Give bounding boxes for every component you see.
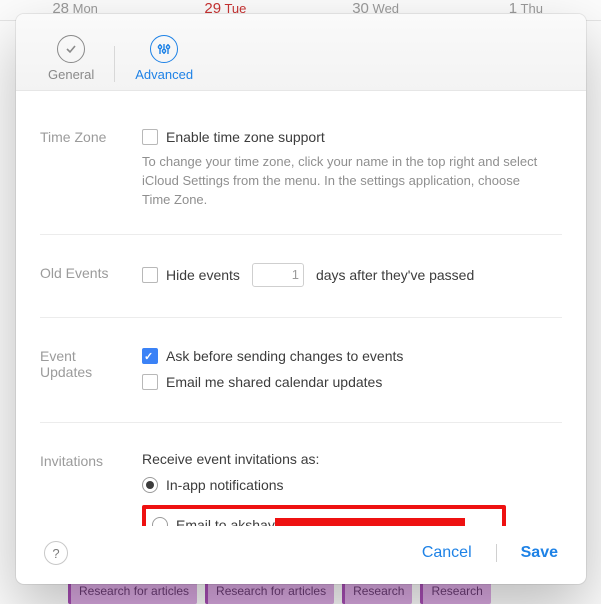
- tab-label: General: [48, 67, 94, 82]
- checkbox-icon: [142, 129, 158, 145]
- event-chip[interactable]: Research: [342, 582, 412, 604]
- invitations-intro: Receive event invitations as:: [142, 451, 562, 467]
- checkbox-label-post: days after they've passed: [316, 265, 474, 285]
- modal-content: Time Zone Enable time zone support To ch…: [16, 91, 586, 526]
- email-shared-updates-checkbox[interactable]: Email me shared calendar updates: [142, 372, 562, 392]
- section-oldevents: Old Events Hide events days after they'v…: [40, 255, 562, 318]
- checkbox-label: Ask before sending changes to events: [166, 346, 403, 366]
- sliders-icon: [150, 35, 178, 63]
- radio-icon: [152, 517, 168, 526]
- checkmark-circle-icon: [57, 35, 85, 63]
- section-label: Event Updates: [40, 346, 126, 398]
- radio-inapp[interactable]: In-app notifications: [142, 475, 562, 495]
- cancel-button[interactable]: Cancel: [416, 540, 478, 566]
- section-invitations: Invitations Receive event invitations as…: [40, 443, 562, 526]
- tab-label: Advanced: [135, 67, 193, 82]
- checkbox-label-pre: Hide events: [166, 265, 240, 285]
- section-label: Old Events: [40, 263, 126, 293]
- event-chip[interactable]: Research for articles: [68, 582, 197, 604]
- section-label: Time Zone: [40, 127, 126, 210]
- button-separator: [496, 544, 497, 562]
- hide-events-checkbox[interactable]: Hide events days after they've passed: [142, 263, 562, 287]
- radio-icon: [142, 477, 158, 493]
- tab-separator: [114, 46, 115, 82]
- event-chip[interactable]: Research: [420, 582, 490, 604]
- help-button[interactable]: ?: [44, 541, 68, 565]
- tab-general[interactable]: General: [34, 31, 108, 90]
- section-updates: Event Updates Ask before sending changes…: [40, 338, 562, 423]
- radio-label: In-app notifications: [166, 475, 284, 495]
- ask-before-sending-checkbox[interactable]: Ask before sending changes to events: [142, 346, 562, 366]
- checkbox-label: Email me shared calendar updates: [166, 372, 382, 392]
- event-chip[interactable]: Research for articles: [205, 582, 334, 604]
- save-button[interactable]: Save: [515, 540, 564, 566]
- radio-email[interactable]: Email to akshay: [152, 515, 492, 526]
- days-input[interactable]: [252, 263, 304, 287]
- tab-advanced[interactable]: Advanced: [121, 31, 207, 90]
- checkbox-icon: [142, 267, 158, 283]
- radio-label: Email to akshay: [176, 515, 465, 526]
- section-label: Invitations: [40, 451, 126, 526]
- tab-bar: General Advanced: [16, 14, 586, 91]
- checkbox-label: Enable time zone support: [166, 127, 325, 147]
- redacted-email: [275, 518, 465, 526]
- timezone-hint: To change your time zone, click your nam…: [142, 153, 542, 210]
- email-option-highlight: Email to akshay Use this option if your …: [142, 505, 506, 526]
- enable-timezone-checkbox[interactable]: Enable time zone support: [142, 127, 562, 147]
- preferences-modal: General Advanced Time Zone Enable time z…: [16, 14, 586, 584]
- checkbox-icon: [142, 374, 158, 390]
- checkbox-icon: [142, 348, 158, 364]
- section-timezone: Time Zone Enable time zone support To ch…: [40, 119, 562, 235]
- calendar-events-row: Research for articles Research for artic…: [0, 582, 601, 604]
- modal-footer: ? Cancel Save: [16, 526, 586, 584]
